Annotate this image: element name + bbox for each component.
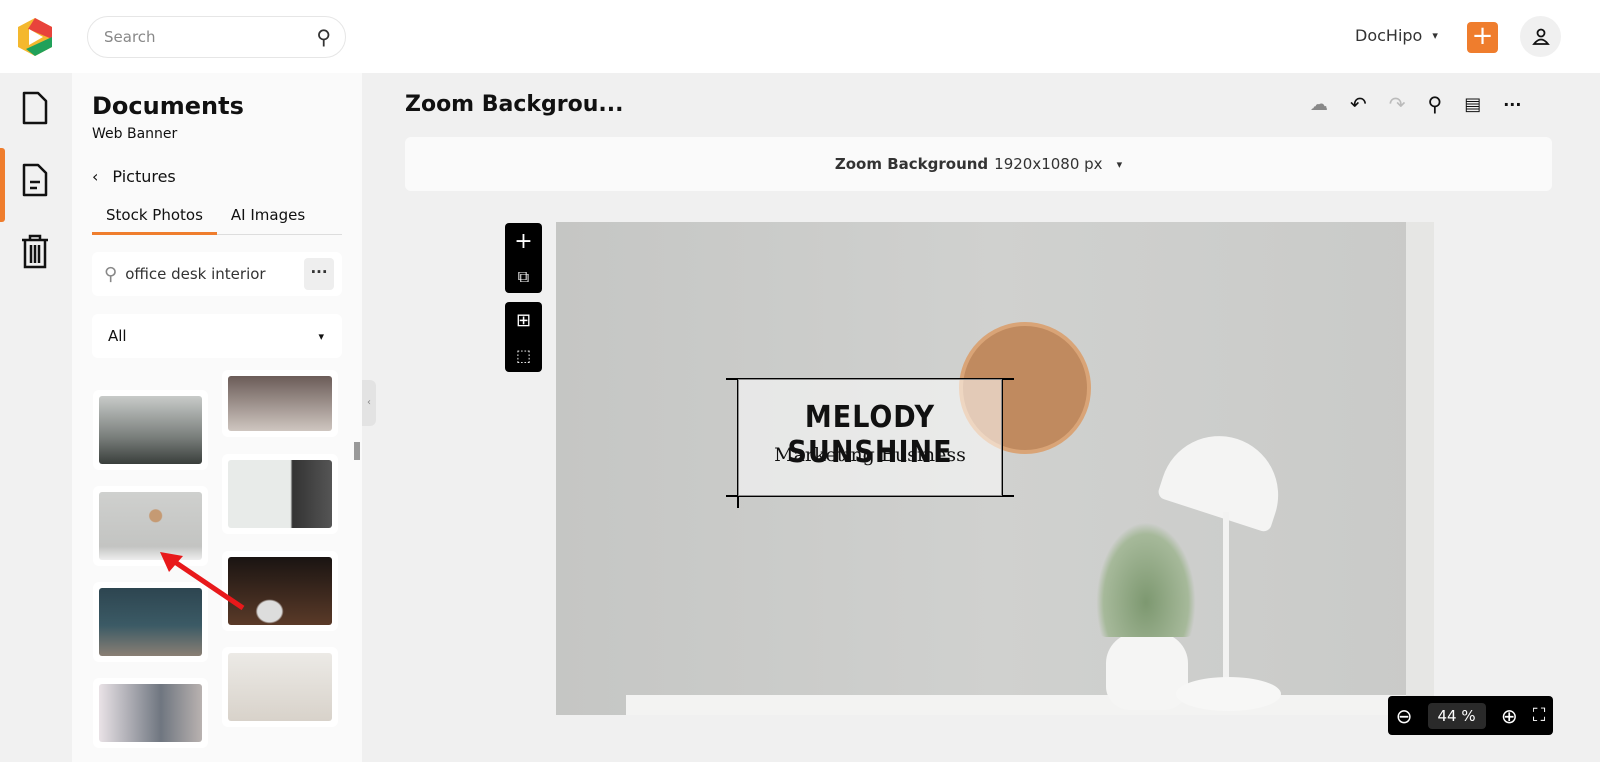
layout-tools: ⊞ ⬚ [505,302,542,372]
section-label: Pictures [112,167,176,186]
find-icon[interactable]: ⚲ [1428,92,1443,116]
workspace-name: DocHipo [1355,26,1423,45]
photo-search-input[interactable]: ⚲ office desk interior ··· [92,252,342,296]
filter-select[interactable]: All ▾ [92,314,342,358]
pot-image [1106,632,1188,710]
document-title[interactable]: Zoom Backgrou... [405,92,624,117]
add-page-icon[interactable]: + [514,229,532,254]
photo-thumbnail[interactable] [93,678,208,748]
page-tools: + ⧉ [505,223,542,293]
search-placeholder: Search [104,28,156,46]
user-icon [1531,28,1550,45]
size-name: Zoom Background [834,155,989,173]
top-bar: Search ⚲ DocHipo ▾ + [0,0,1600,73]
zoom-out-icon[interactable]: ⊖ [1396,704,1413,728]
document-text-icon[interactable] [20,163,50,197]
shelf-image [626,695,1406,715]
collapse-panel-button[interactable]: ‹ [362,380,376,426]
zoom-control: ⊖ 44 % ⊕ ⛶ [1388,696,1553,735]
zoom-unit: % [1461,706,1476,725]
zoom-in-icon[interactable]: ⊕ [1501,704,1518,728]
redo-icon[interactable]: ↷ [1389,92,1406,116]
panel-title: Documents [92,92,244,120]
lamp-base [1176,677,1281,711]
editor-toolbar: ☁ ↶ ↷ ⚲ ▤ ··· [1310,92,1521,116]
cloud-saved-icon: ☁ [1310,93,1328,115]
back-to-pictures[interactable]: ‹ Pictures [92,167,176,186]
photo-thumbnail[interactable] [222,454,338,534]
search-value: office desk interior [125,265,266,283]
tab-stock-photos[interactable]: Stock Photos [92,202,217,235]
zoom-value-field[interactable]: 44 % [1427,702,1486,729]
chevron-down-icon: ▾ [1116,157,1123,171]
size-selector[interactable]: Zoom Background 1920x1080 px ▾ [405,137,1552,191]
chevron-left-icon: ‹ [92,167,99,186]
title-textbox[interactable]: MELODY SUNSHINE Marketing Business [726,378,1014,508]
create-button[interactable]: + [1467,22,1498,53]
photo-thumbnail[interactable] [222,370,338,437]
photo-thumbnail[interactable] [222,647,338,727]
filter-value: All [108,327,127,345]
red-arrow-annotation [160,552,245,611]
more-options-button[interactable]: ··· [304,258,334,290]
dochipo-logo[interactable] [16,17,54,57]
fullscreen-icon[interactable]: ⛶ [1533,705,1546,726]
document-icon[interactable] [20,91,50,125]
search-input[interactable]: Search ⚲ [87,16,346,58]
plant-image [1096,522,1196,637]
more-icon[interactable]: ··· [1503,95,1521,114]
lamp-stand [1223,512,1229,682]
comment-icon[interactable]: ▤ [1464,94,1481,115]
design-canvas[interactable]: MELODY SUNSHINE Marketing Business [556,222,1434,715]
select-area-icon[interactable]: ⬚ [516,346,531,365]
user-avatar[interactable] [1520,16,1561,57]
size-dimensions: 1920x1080 px [994,155,1103,173]
chevron-down-icon: ▾ [1432,29,1438,42]
active-indicator [0,148,5,222]
photo-thumbnail[interactable] [93,390,208,470]
panel-scrollbar[interactable] [354,378,360,738]
workspace-dropdown[interactable]: DocHipo ▾ [1355,26,1438,45]
tabs: Stock Photos AI Images [92,202,342,235]
zoom-value: 44 [1437,706,1457,725]
grid-icon[interactable]: ⊞ [516,310,531,331]
undo-icon[interactable]: ↶ [1350,92,1367,116]
chevron-down-icon: ▾ [318,329,324,343]
search-icon: ⚲ [104,263,118,285]
wall-edge [1406,222,1434,715]
tab-ai-images[interactable]: AI Images [217,202,319,235]
duplicate-page-icon[interactable]: ⧉ [518,267,529,287]
search-icon[interactable]: ⚲ [316,25,331,49]
panel-subtitle: Web Banner [92,126,178,142]
icon-rail [0,73,72,762]
canvas-tagline[interactable]: Marketing Business [726,444,1014,466]
trash-icon[interactable] [20,233,50,269]
